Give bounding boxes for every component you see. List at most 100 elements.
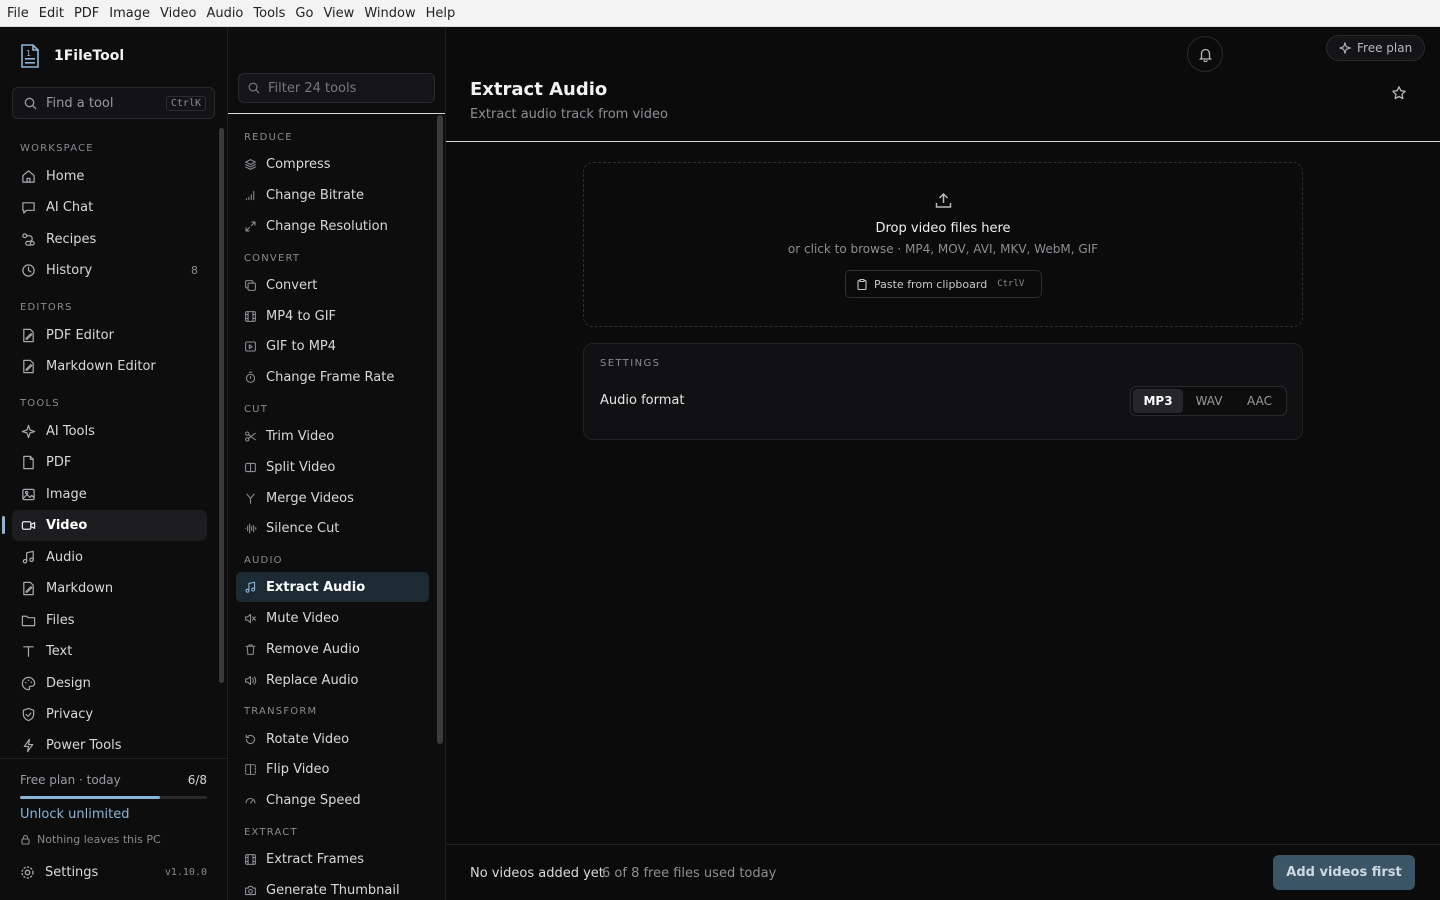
tool-item-label: Compress [266,156,331,172]
image-play-icon [244,340,257,353]
sidebar-item-ai-chat[interactable]: AI Chat [12,192,207,223]
rotate-icon [244,733,257,746]
free-plan-button[interactable]: Free plan [1326,35,1426,61]
tool-item-label: Mute Video [266,610,340,626]
tool-item-extract-frames[interactable]: Extract Frames [236,844,429,874]
menu-go[interactable]: Go [290,0,318,27]
menu-video[interactable]: Video [155,0,201,27]
tool-item-change-resolution[interactable]: Change Resolution [236,211,429,241]
history-icon [21,263,36,278]
sidebar-scrollbar[interactable] [219,128,224,683]
tool-item-trim-video[interactable]: Trim Video [236,421,429,451]
tools-scrollbar[interactable] [437,115,443,744]
menu-view[interactable]: View [318,0,359,27]
palette-icon [21,676,36,691]
menu-window[interactable]: Window [359,0,420,27]
tool-section-transform: TRANSFORM [244,706,318,717]
sidebar-section-workspace: WORKSPACE [20,143,94,154]
sidebar-item-label: AI Tools [46,424,95,439]
tool-section-cut: CUT [244,404,269,415]
sidebar-item-label: Recipes [46,232,97,247]
menu-pdf[interactable]: PDF [69,0,104,27]
trash-icon [244,643,257,656]
sidebar-item-markdown[interactable]: Markdown [12,573,207,604]
sidebar-item-label: PDF Editor [46,328,114,343]
tool-item-silence-cut[interactable]: Silence Cut [236,513,429,543]
unlock-unlimited-link[interactable]: Unlock unlimited [20,807,129,822]
sidebar-item-ai-tools[interactable]: AI Tools [12,416,207,447]
tool-item-label: Trim Video [266,428,335,444]
pdf-editor-icon [21,328,36,343]
tool-item-label: Change Frame Rate [266,369,395,385]
tool-item-split-video[interactable]: Split Video [236,452,429,482]
video-dropzone[interactable]: Drop video files here or click to browse… [583,162,1303,327]
tool-item-change-frame-rate[interactable]: Change Frame Rate [236,362,429,392]
sidebar-item-text[interactable]: Text [12,636,207,667]
sidebar-item-power-tools[interactable]: Power Tools [12,730,207,761]
menu-file[interactable]: File [2,0,34,27]
privacy-note-text: Nothing leaves this PC [37,833,161,846]
tool-item-label: Change Speed [266,792,361,808]
tool-item-change-bitrate[interactable]: Change Bitrate [236,180,429,210]
format-option-aac[interactable]: AAC [1235,389,1284,413]
tool-item-mute-video[interactable]: Mute Video [236,603,429,633]
paste-from-clipboard-button[interactable]: Paste from clipboard CtrlV [845,270,1042,298]
filter-tools-input[interactable]: Filter 24 tools [238,73,435,103]
sidebar-item-label: Privacy [46,707,94,722]
tool-item-rotate-video[interactable]: Rotate Video [236,724,429,754]
sidebar-item-label: AI Chat [46,200,94,215]
menu-edit[interactable]: Edit [34,0,69,27]
add-videos-button[interactable]: Add videos first [1273,855,1415,890]
usage-text: 6 of 8 free files used today [602,866,777,881]
notifications-button[interactable] [1187,36,1223,72]
folder-icon [21,613,36,628]
sidebar-item-recipes[interactable]: Recipes [12,224,207,255]
search-icon [24,97,37,110]
tool-item-mp4-to-gif[interactable]: MP4 to GIF [236,301,429,331]
menu-image[interactable]: Image [104,0,155,27]
settings-card: SETTINGS Audio format MP3 WAV AAC [583,343,1303,440]
tool-item-convert[interactable]: Convert [236,270,429,300]
tool-item-flip-video[interactable]: Flip Video [236,754,429,784]
tool-section-convert: CONVERT [244,253,301,264]
tool-item-change-speed[interactable]: Change Speed [236,785,429,815]
find-tool-input[interactable]: Find a tool CtrlK [12,87,215,119]
sidebar-item-video[interactable]: Video [12,510,207,541]
favorite-star-icon[interactable] [1391,85,1407,101]
sidebar-item-pdf-editor[interactable]: PDF Editor [12,320,207,351]
sidebar-item-files[interactable]: Files [12,605,207,636]
sidebar-item-design[interactable]: Design [12,668,207,699]
filter-tools-placeholder: Filter 24 tools [268,80,357,96]
tool-item-extract-audio[interactable]: Extract Audio [236,572,429,602]
menu-help[interactable]: Help [421,0,461,27]
tool-item-merge-videos[interactable]: Merge Videos [236,483,429,513]
split-icon [244,461,257,474]
format-option-wav[interactable]: WAV [1183,389,1235,413]
tool-item-compress[interactable]: Compress [236,149,429,179]
speaker-icon [244,674,257,687]
paste-shortcut: CtrlV [997,279,1025,289]
menu-audio[interactable]: Audio [201,0,248,27]
brand[interactable]: 1 1FileTool [20,44,124,68]
settings-button[interactable]: Settings v1.10.0 [20,865,207,880]
sidebar-item-history[interactable]: History 8 [12,255,207,286]
tool-item-remove-audio[interactable]: Remove Audio [236,634,429,664]
sidebar-item-image[interactable]: Image [12,479,207,510]
gear-icon [20,865,35,880]
sidebar-item-home[interactable]: Home [12,161,207,192]
format-option-mp3[interactable]: MP3 [1133,389,1183,413]
tool-item-generate-thumbnail[interactable]: Generate Thumbnail [236,875,429,900]
sidebar-item-markdown-editor[interactable]: Markdown Editor [12,351,207,382]
find-tool-shortcut: CtrlK [165,95,206,111]
tool-item-gif-to-mp4[interactable]: GIF to MP4 [236,331,429,361]
sidebar-item-audio[interactable]: Audio [12,542,207,573]
sidebar-item-privacy[interactable]: Privacy [12,699,207,730]
sidebar-item-pdf[interactable]: PDF [12,447,207,478]
tool-item-label: Extract Audio [266,579,366,595]
tool-item-replace-audio[interactable]: Replace Audio [236,665,429,695]
sparkle-icon [1339,42,1351,54]
app-name: 1FileTool [54,48,125,64]
tool-section-audio: AUDIO [244,555,283,566]
svg-text:1: 1 [26,49,31,58]
menu-tools[interactable]: Tools [248,0,290,27]
